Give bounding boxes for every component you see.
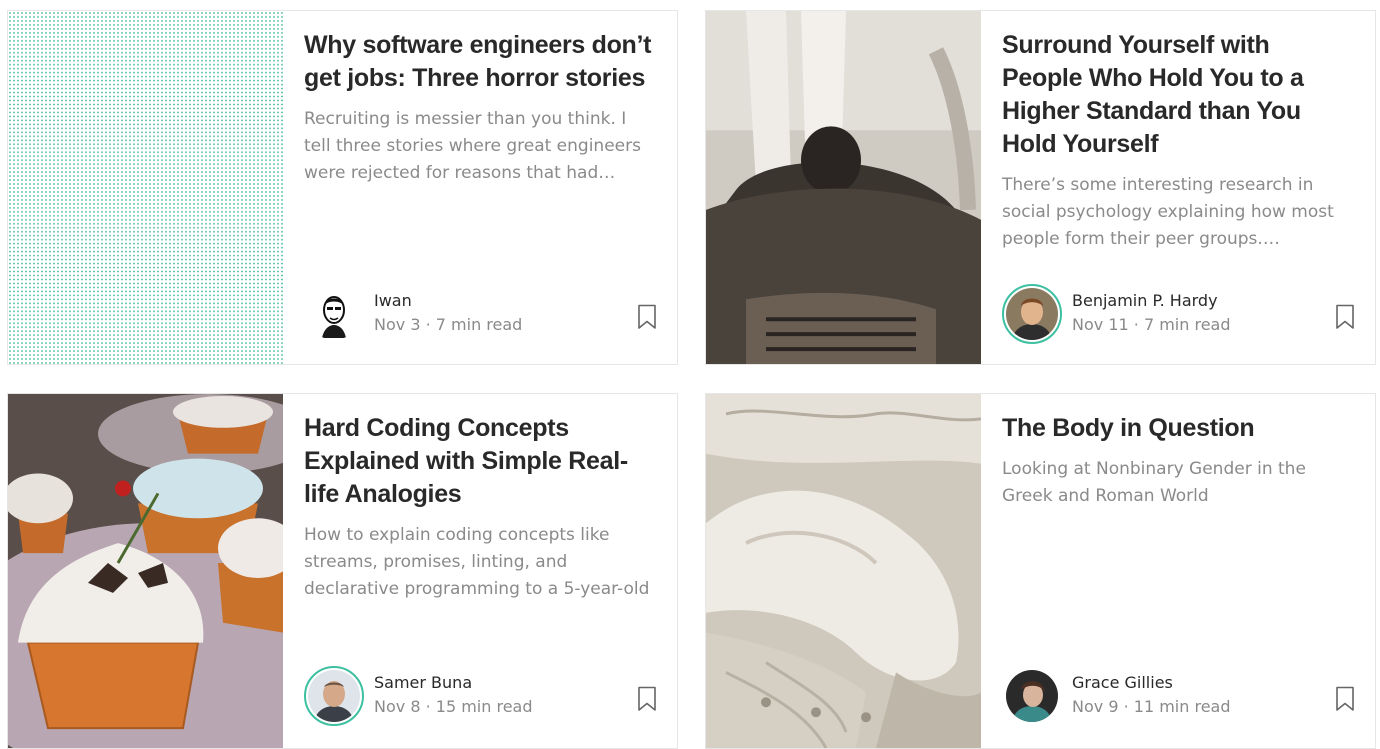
author-block: Grace Gillies Nov 9 · 11 min read (1002, 666, 1231, 726)
story-thumbnail[interactable] (8, 394, 283, 748)
story-card[interactable]: Hard Coding Concepts Explained with Simp… (7, 393, 678, 749)
avatar-image (308, 670, 360, 722)
meta-separator: · (1118, 697, 1134, 716)
story-card[interactable]: Why software engineers don’t get jobs: T… (7, 10, 678, 365)
story-subtitle[interactable]: Looking at Nonbinary Gender in the Greek… (1002, 456, 1355, 510)
author-block: Iwan Nov 3 · 7 min read (304, 284, 522, 344)
story-title[interactable]: Surround Yourself with People Who Hold Y… (1002, 29, 1355, 161)
meta-separator: · (420, 697, 436, 716)
marble-sculpture-photo (706, 394, 981, 748)
avatar-image (1006, 670, 1058, 722)
story-thumbnail[interactable] (8, 11, 283, 364)
story-subtitle[interactable]: Recruiting is messier than you think. I … (304, 106, 657, 187)
post-date: Nov 3 (374, 315, 421, 334)
story-thumbnail[interactable] (706, 11, 981, 364)
post-meta: Nov 11 · 7 min read (1072, 312, 1231, 338)
read-time: 7 min read (435, 315, 523, 334)
author-name[interactable]: Grace Gillies (1072, 672, 1231, 694)
bookmark-icon[interactable] (1335, 686, 1355, 712)
post-date: Nov 8 (374, 697, 421, 716)
author-block: Samer Buna Nov 8 · 15 min read (304, 666, 533, 726)
story-card[interactable]: Surround Yourself with People Who Hold Y… (705, 10, 1376, 365)
avatar[interactable] (304, 284, 364, 344)
post-meta: Nov 8 · 15 min read (374, 694, 533, 720)
avatar[interactable] (1002, 284, 1062, 344)
dotted-pattern-image (8, 11, 283, 364)
avatar[interactable] (1002, 666, 1062, 726)
avatar-image (1006, 288, 1058, 340)
post-meta: Nov 3 · 7 min read (374, 312, 522, 338)
avatar-image (308, 288, 360, 340)
author-block: Benjamin P. Hardy Nov 11 · 7 min read (1002, 284, 1231, 344)
bookmark-icon[interactable] (637, 304, 657, 330)
author-name[interactable]: Iwan (374, 290, 522, 312)
post-date: Nov 11 (1072, 315, 1129, 334)
story-title[interactable]: Hard Coding Concepts Explained with Simp… (304, 412, 657, 511)
post-meta: Nov 9 · 11 min read (1072, 694, 1231, 720)
author-name[interactable]: Benjamin P. Hardy (1072, 290, 1231, 312)
author-name[interactable]: Samer Buna (374, 672, 533, 694)
cupcakes-photo (8, 394, 283, 748)
post-date: Nov 9 (1072, 697, 1119, 716)
bookmark-icon[interactable] (1335, 304, 1355, 330)
meta-separator: · (1128, 315, 1144, 334)
story-card[interactable]: The Body in Question Looking at Nonbinar… (705, 393, 1376, 749)
read-time: 15 min read (435, 697, 533, 716)
bookmark-icon[interactable] (637, 686, 657, 712)
story-title[interactable]: The Body in Question (1002, 412, 1355, 445)
read-time: 11 min read (1133, 697, 1231, 716)
story-thumbnail[interactable] (706, 394, 981, 748)
people-tower-photo (706, 11, 981, 364)
story-subtitle[interactable]: How to explain coding concepts like stre… (304, 522, 657, 603)
meta-separator: · (420, 315, 436, 334)
read-time: 7 min read (1143, 315, 1231, 334)
avatar[interactable] (304, 666, 364, 726)
story-subtitle[interactable]: There’s some interesting research in soc… (1002, 172, 1355, 253)
story-title[interactable]: Why software engineers don’t get jobs: T… (304, 29, 657, 95)
